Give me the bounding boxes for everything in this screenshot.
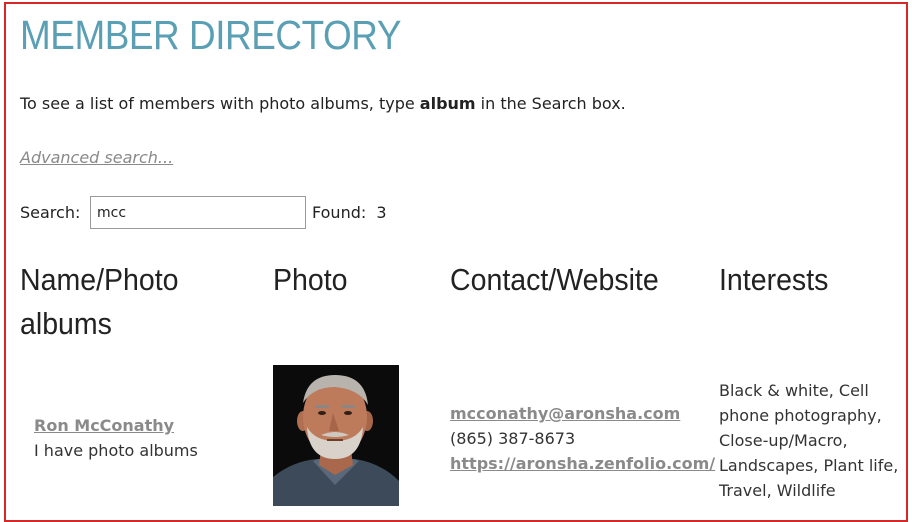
- intro-keyword: album: [419, 94, 476, 113]
- member-portrait[interactable]: [273, 365, 399, 506]
- advanced-search-link[interactable]: Advanced search...: [20, 148, 173, 167]
- member-portrait-image: [273, 365, 399, 506]
- search-label: Search:: [20, 203, 81, 222]
- member-website-link[interactable]: https://aronsha.zenfolio.com/: [450, 454, 715, 473]
- column-header-interests: Interests: [719, 262, 829, 297]
- photo-albums-note: I have photo albums: [34, 441, 198, 460]
- member-name-link[interactable]: Ron McConathy: [34, 416, 174, 435]
- intro-after: in the Search box.: [475, 94, 626, 113]
- column-header-name: Name/Photo albums: [20, 262, 179, 341]
- member-phone: (865) 387-8673: [450, 429, 576, 448]
- member-interests: Black & white, Cell phone photography, C…: [719, 381, 899, 500]
- found-label: Found:: [312, 203, 367, 222]
- intro-before: To see a list of members with photo albu…: [20, 94, 420, 113]
- member-email-link[interactable]: mcconathy@aronsha.com: [450, 404, 680, 423]
- search-input[interactable]: [90, 196, 306, 229]
- intro-text: To see a list of members with photo albu…: [20, 94, 626, 113]
- page-title: MEMBER DIRECTORY: [20, 12, 401, 58]
- found-count-text: Found: 3: [312, 203, 387, 222]
- column-header-photo: Photo: [273, 262, 348, 297]
- column-header-contact: Contact/Website: [450, 262, 659, 297]
- found-count: 3: [376, 203, 387, 222]
